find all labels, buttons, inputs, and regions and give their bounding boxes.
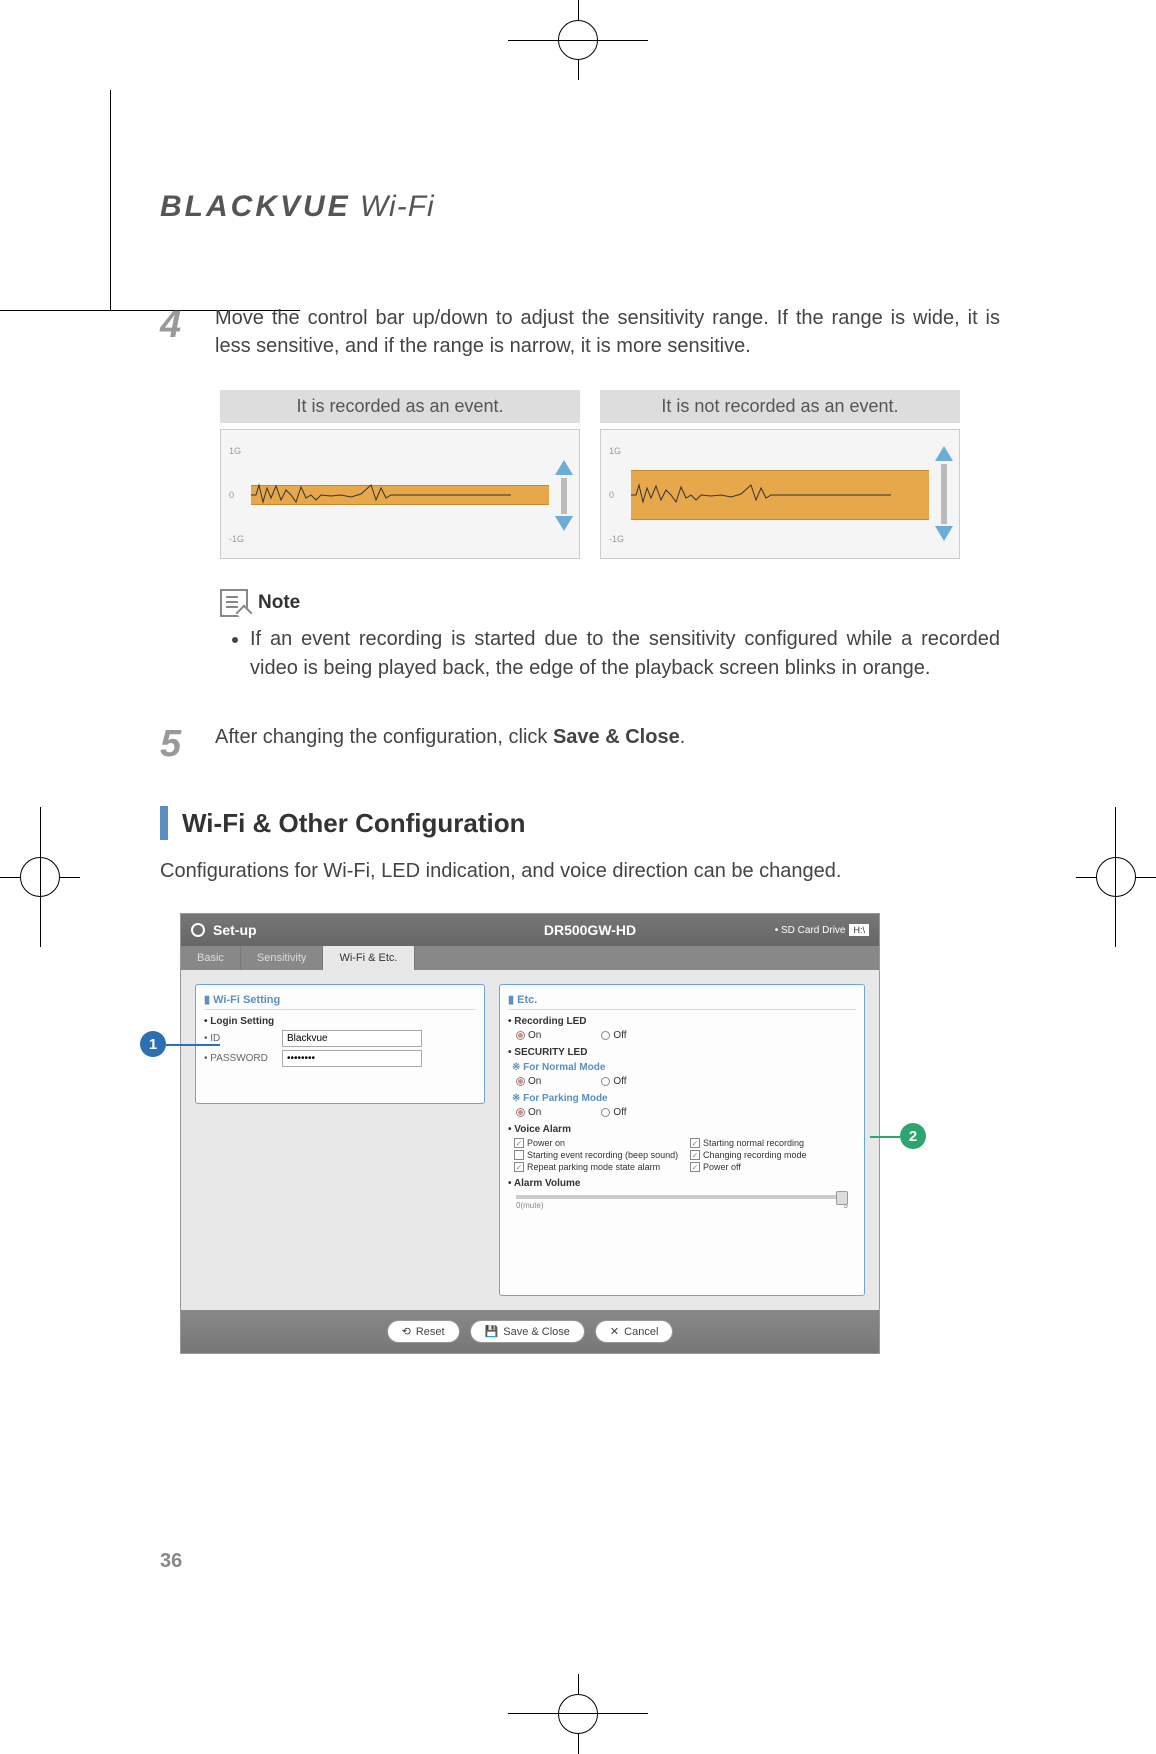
wifi-panel-heading: Wi-Fi Setting — [204, 993, 476, 1010]
chart-left-heading: It is recorded as an event. — [220, 390, 580, 423]
setup-title: Set-up — [213, 922, 257, 938]
chk-repeat-parking[interactable]: ✓Repeat parking mode state alarm — [514, 1162, 680, 1172]
password-input[interactable] — [282, 1050, 422, 1067]
parking-mode-label: ※ For Parking Mode — [512, 1093, 856, 1104]
setup-model: DR500GW-HD — [544, 922, 636, 938]
callout-1: 1 — [140, 1031, 166, 1057]
tab-basic[interactable]: Basic — [181, 946, 241, 970]
tab-wifi-etc[interactable]: Wi-Fi & Etc. — [323, 946, 414, 970]
chk-power-on[interactable]: ✓Power on — [514, 1138, 680, 1148]
note-block: Note If an event recording is started du… — [220, 589, 1000, 683]
range-arrow-up-icon — [555, 460, 573, 475]
chk-changing-mode[interactable]: ✓Changing recording mode — [690, 1150, 856, 1160]
chk-power-off[interactable]: ✓Power off — [690, 1162, 856, 1172]
chart-right: 1G 0 -1G — [600, 429, 960, 559]
login-setting-heading: • Login Setting — [204, 1016, 476, 1027]
brand-black: BLACKVUE — [160, 190, 351, 223]
section-bar-icon — [160, 806, 168, 840]
step-4-text: Move the control bar up/down to adjust t… — [215, 304, 1000, 360]
normal-off-radio[interactable]: Off — [601, 1076, 626, 1087]
step-5-text: After changing the configuration, click … — [215, 723, 1000, 766]
sd-card-drive-select[interactable]: H:\ — [849, 924, 869, 936]
brand-header: BLACKVUE Wi-Fi — [160, 190, 1000, 224]
voice-alarm-heading: • Voice Alarm — [508, 1124, 856, 1135]
setup-window: Set-up DR500GW-HD • SD Card Drive H:\ Ba… — [180, 913, 880, 1354]
recording-led-heading: • Recording LED — [508, 1016, 856, 1027]
id-label: • ID — [204, 1033, 274, 1044]
section-title: Wi-Fi & Other Configuration — [182, 808, 526, 839]
cancel-button[interactable]: ✕Cancel — [595, 1320, 673, 1343]
step-4: 4 Move the control bar up/down to adjust… — [160, 304, 1000, 360]
note-item: If an event recording is started due to … — [250, 625, 1000, 683]
save-icon: 💾 — [485, 1325, 499, 1338]
recording-led-on-radio[interactable]: On — [516, 1030, 541, 1041]
cancel-icon: ✕ — [610, 1325, 619, 1338]
range-arrow-up-icon — [935, 446, 953, 461]
sd-card-label: • SD Card Drive — [775, 925, 846, 936]
step-4-number: 4 — [160, 304, 190, 360]
setup-tabs: Basic Sensitivity Wi-Fi & Etc. — [181, 946, 879, 970]
etc-panel: Etc. • Recording LED On Off • SECURITY L… — [499, 984, 865, 1296]
signal-waveform-right — [631, 480, 891, 510]
slider-min-label: 0(mute) — [516, 1201, 544, 1210]
callout-2-line — [870, 1136, 900, 1138]
chart-left: 1G 0 -1G — [220, 429, 580, 559]
wifi-setting-panel: Wi-Fi Setting • Login Setting • ID • PAS… — [195, 984, 485, 1104]
alarm-volume-slider[interactable] — [516, 1195, 848, 1199]
setup-footer: ⟲Reset 💾Save & Close ✕Cancel — [181, 1310, 879, 1353]
save-close-button[interactable]: 💾Save & Close — [470, 1320, 585, 1343]
gear-icon — [191, 923, 205, 937]
note-label: Note — [258, 592, 300, 614]
step-5-number: 5 — [160, 723, 190, 766]
step-5: 5 After changing the configuration, clic… — [160, 723, 1000, 766]
alarm-volume-heading: • Alarm Volume — [508, 1178, 856, 1189]
section-description: Configurations for Wi-Fi, LED indication… — [160, 860, 1000, 883]
parking-on-radio[interactable]: On — [516, 1107, 541, 1118]
reset-button[interactable]: ⟲Reset — [387, 1320, 460, 1343]
recording-led-off-radio[interactable]: Off — [601, 1030, 626, 1041]
note-icon — [220, 589, 248, 617]
normal-mode-label: ※ For Normal Mode — [512, 1062, 856, 1073]
callout-2: 2 — [900, 1123, 926, 1149]
section-heading: Wi-Fi & Other Configuration — [160, 806, 1000, 840]
chk-starting-normal[interactable]: ✓Starting normal recording — [690, 1138, 856, 1148]
page-number: 36 — [160, 1550, 182, 1573]
normal-on-radio[interactable]: On — [516, 1076, 541, 1087]
chk-starting-event[interactable]: Starting event recording (beep sound) — [514, 1150, 680, 1160]
range-arrow-down-icon — [555, 516, 573, 531]
range-arrow-down-icon — [935, 526, 953, 541]
parking-off-radio[interactable]: Off — [601, 1107, 626, 1118]
chart-right-heading: It is not recorded as an event. — [600, 390, 960, 423]
brand-suffix: Wi-Fi — [351, 190, 435, 223]
password-label: • PASSWORD — [204, 1053, 274, 1064]
signal-waveform-left — [251, 480, 511, 510]
security-led-heading: • SECURITY LED — [508, 1047, 856, 1058]
id-input[interactable] — [282, 1030, 422, 1047]
reset-icon: ⟲ — [402, 1325, 411, 1338]
sensitivity-charts: It is recorded as an event. 1G 0 -1G It … — [220, 390, 1000, 559]
callout-1-line — [166, 1044, 220, 1046]
etc-panel-heading: Etc. — [508, 993, 856, 1010]
tab-sensitivity[interactable]: Sensitivity — [241, 946, 324, 970]
setup-titlebar: Set-up DR500GW-HD • SD Card Drive H:\ — [181, 914, 879, 946]
